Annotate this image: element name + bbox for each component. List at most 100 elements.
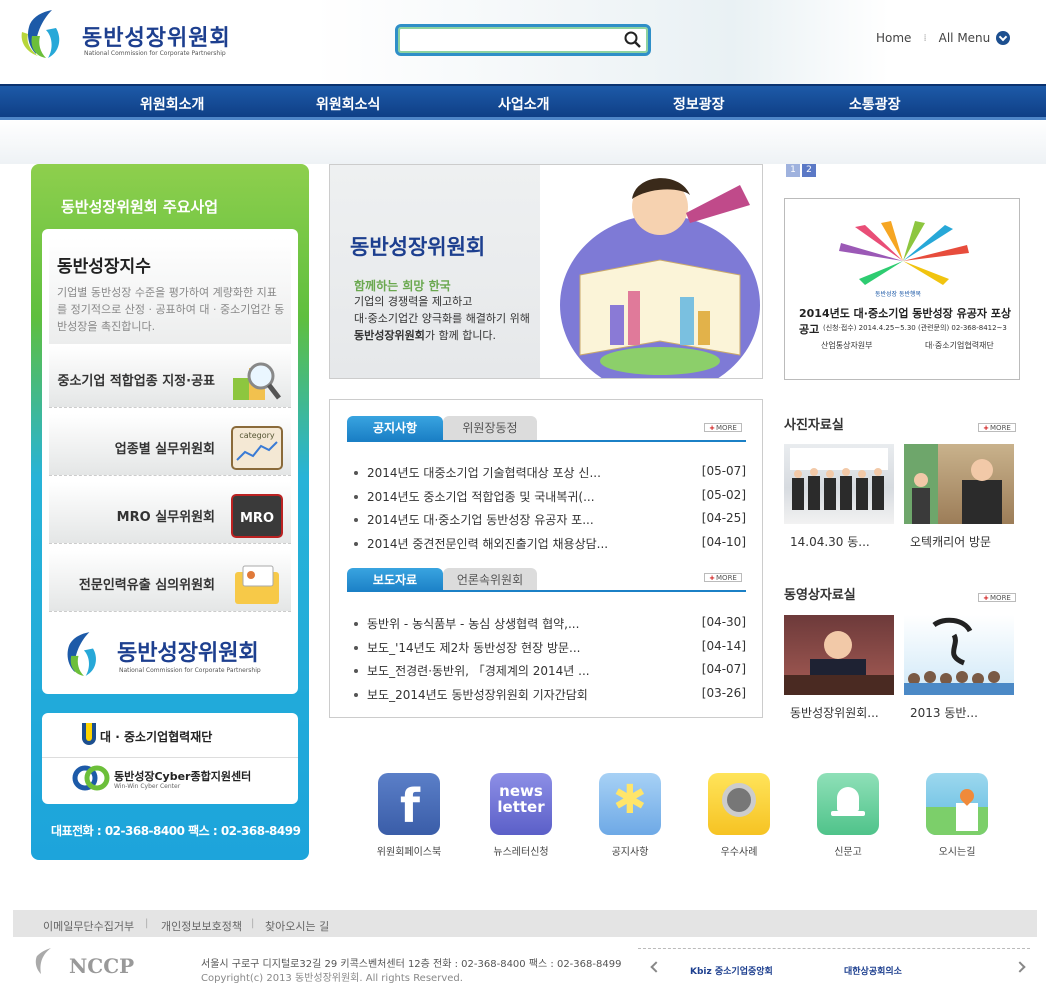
newsletter-icon-text: news letter [497, 782, 545, 816]
nav-item-committee-intro[interactable]: 위원회소개 [140, 94, 204, 114]
medal-icon[interactable] [708, 773, 770, 835]
photo-thumbnail-ceremony[interactable] [784, 444, 894, 524]
bullet-icon [354, 471, 358, 475]
video-caption[interactable]: 동반성장위원회... [790, 704, 879, 721]
chevron-left-icon[interactable] [650, 961, 662, 973]
list-item-title: 보도_전경련·동반위, 「경제계의 2014년 ... [367, 664, 590, 678]
util-separator: ⁞ [923, 32, 927, 44]
growth-index-box[interactable]: 동반성장지수 기업별 동반성장 수준을 평가하여 계량화한 지표를 정기적으로 … [49, 238, 291, 344]
footer-link-email-policy[interactable]: 이메일무단수집거부 [43, 918, 134, 934]
facebook-icon[interactable]: f [378, 773, 440, 835]
video-thumbnail-interview[interactable] [784, 615, 894, 695]
committee-logo-title: 동반성장위원회 [117, 641, 259, 666]
header-band [0, 120, 1046, 164]
tab-underline [347, 590, 746, 592]
partner-foundation-link[interactable]: 대 · 중소기업협력재단 [100, 728, 212, 745]
photo-caption[interactable]: 오텍캐리어 방문 [910, 533, 991, 550]
tab-press-release[interactable]: 보도자료 [347, 568, 443, 592]
business-item-talent-committee[interactable]: 전문인력유출 심의위원회 [49, 550, 291, 612]
footer-link-privacy[interactable]: 개인정보보호정책 [161, 918, 242, 934]
list-item[interactable]: 2014년도 대중소기업 기술협력대상 포상 신... [05-07] [354, 464, 746, 488]
quick-label-facebook[interactable]: 위원회페이스북 [364, 843, 454, 858]
quick-label-petition[interactable]: 신문고 [803, 843, 893, 858]
banner-line: 대·중소기업간 양극화를 해결하기 위해 [354, 312, 530, 325]
search-box [395, 24, 651, 56]
list-item-title: 동반위 - 농식품부 - 농심 상생협력 협약,... [367, 617, 580, 631]
bullet-icon [354, 541, 358, 546]
footer-link-directions[interactable]: 찾아오시는 길 [265, 918, 329, 934]
footer-separator: | [251, 918, 255, 929]
partner-cyber-center-link[interactable]: 동반성장Cyber종합지원센터 [114, 768, 251, 784]
pager-page-1[interactable]: 1 [786, 164, 800, 177]
press-more-button[interactable]: MORE [704, 573, 742, 582]
video-more-button[interactable]: MORE [978, 593, 1016, 602]
notice-more-button[interactable]: MORE [704, 423, 742, 432]
list-item[interactable]: 보도_2014년도 동반성장위원회 기자간담회 [03-26] [354, 686, 746, 710]
business-item-suitable-industry[interactable]: 중소기업 적합업종 지정·공표 [49, 346, 291, 408]
chevron-right-icon[interactable] [1014, 961, 1026, 973]
banner-title: 동반성장위원회 [350, 235, 486, 259]
video-caption[interactable]: 2013 동반... [910, 704, 978, 721]
main-banner[interactable]: 동반성장위원회 함께하는 희망 한국 기업의 경쟁력을 제고하고 대·중소기업간… [329, 164, 763, 379]
business-item-label: 업종별 실무위원회 [114, 442, 215, 457]
list-item[interactable]: 동반위 - 농식품부 - 농심 상생협력 협약,... [04-30] [354, 615, 746, 639]
site-logo[interactable]: 동반성장위원회 National Commission for Corporat… [12, 6, 232, 62]
tab-notice[interactable]: 공지사항 [347, 416, 443, 440]
partner-banner-chamber[interactable]: 대한상공회의소 [844, 964, 902, 977]
banner-subtitle: 함께하는 희망 한국 [354, 279, 451, 293]
partner-links: 대 · 중소기업협력재단 동반성장Cyber종합지원센터 Win-Win Cyb… [42, 713, 298, 804]
quick-label-directions[interactable]: 오시는길 [912, 843, 1002, 858]
business-item-industry-committee[interactable]: 업종별 실무위원회 category [49, 414, 291, 476]
home-link[interactable]: Home [876, 31, 911, 45]
pager-page-2[interactable]: 2 [802, 164, 816, 177]
map-pin-icon[interactable] [926, 773, 988, 835]
list-item[interactable]: 2014년도 대·중소기업 동반성장 유공자 포... [04-25] [354, 511, 746, 535]
search-icon[interactable] [624, 31, 642, 49]
award-notice-banner[interactable]: 동반성장 동반행복 2014년도 대·중소기업 동반성장 유공자 포상 공고 (… [784, 198, 1020, 380]
nav-item-business[interactable]: 사업소개 [498, 94, 550, 114]
list-item[interactable]: 보도_'14년도 제2차 동반성장 현장 방문... [04-14] [354, 639, 746, 663]
photo-more-button[interactable]: MORE [978, 423, 1016, 432]
svg-text:category: category [239, 431, 275, 440]
quick-label-notice[interactable]: 공지사항 [585, 843, 675, 858]
business-item-label: 중소기업 적합업종 지정·공표 [57, 374, 215, 389]
list-item-title: 보도_'14년도 제2차 동반성장 현장 방문... [367, 640, 581, 655]
list-item-title: 2014년도 중소기업 적합업종 및 국내복귀(... [367, 489, 595, 504]
utility-links: Home ⁞ All Menu [876, 31, 1011, 45]
list-item[interactable]: 보도_전경련·동반위, 「경제계의 2014년 ... [04-07] [354, 662, 746, 686]
quick-label-newsletter[interactable]: 뉴스레터신청 [476, 843, 566, 858]
photo-caption[interactable]: 14.04.30 동... [790, 533, 870, 550]
list-item[interactable]: 2014년 중견전문인력 해외진출기업 채용상담... [04-10] [354, 535, 746, 559]
all-menu-link[interactable]: All Menu [939, 31, 1011, 45]
visit-photo-image [904, 444, 1002, 524]
bell-icon[interactable] [817, 773, 879, 835]
committee-logo: 동반성장위원회 National Commission for Corporat… [49, 619, 291, 689]
bullet-icon [354, 645, 358, 650]
tab-media-coverage[interactable]: 언론속위원회 [443, 568, 537, 592]
quick-label-best-cases[interactable]: 우수사례 [694, 843, 784, 858]
category-chart-icon: category [231, 426, 283, 470]
business-item-mro-committee[interactable]: MRO 실무위원회 MRO [49, 482, 291, 544]
list-item-date: [03-26] [701, 685, 746, 700]
list-item[interactable]: 2014년도 중소기업 적합업종 및 국내복귀(... [05-02] [354, 488, 746, 512]
nav-item-committee-news[interactable]: 위원회소식 [316, 94, 380, 114]
search-input[interactable] [404, 30, 614, 50]
nav-item-info-square[interactable]: 정보광장 [673, 94, 725, 114]
notice-tabs: 공지사항 위원장동정 [347, 416, 537, 440]
partner-banner-kbiz[interactable]: Kbiz 중소기업중앙회 [690, 964, 773, 977]
business-item-label: MRO 실무위원회 [116, 510, 215, 525]
photo-thumbnail-visit[interactable] [904, 444, 1014, 524]
logo-subtitle: National Commission for Corporate Partne… [84, 50, 226, 57]
banner-line: 기업의 경쟁력을 제고하고 [354, 295, 473, 308]
photo-gallery-title: 사진자료실 [784, 418, 844, 433]
newsletter-icon[interactable]: news letter [490, 773, 552, 835]
list-item-date: [04-30] [701, 615, 746, 629]
tab-chairman-news[interactable]: 위원장동정 [443, 416, 537, 440]
colorful-people-logo-icon [839, 221, 969, 285]
winwin-logo-icon [72, 765, 110, 791]
nav-item-communication[interactable]: 소통광장 [849, 94, 901, 114]
star-notice-icon[interactable]: ✱ [599, 773, 661, 835]
footer-links-bar: 이메일무단수집거부 | 개인정보보호정책 | 찾아오시는 길 [13, 910, 1037, 937]
list-item-title: 2014년 중견전문인력 해외진출기업 채용상담... [367, 536, 609, 551]
video-thumbnail-campaign[interactable] [904, 615, 1014, 695]
